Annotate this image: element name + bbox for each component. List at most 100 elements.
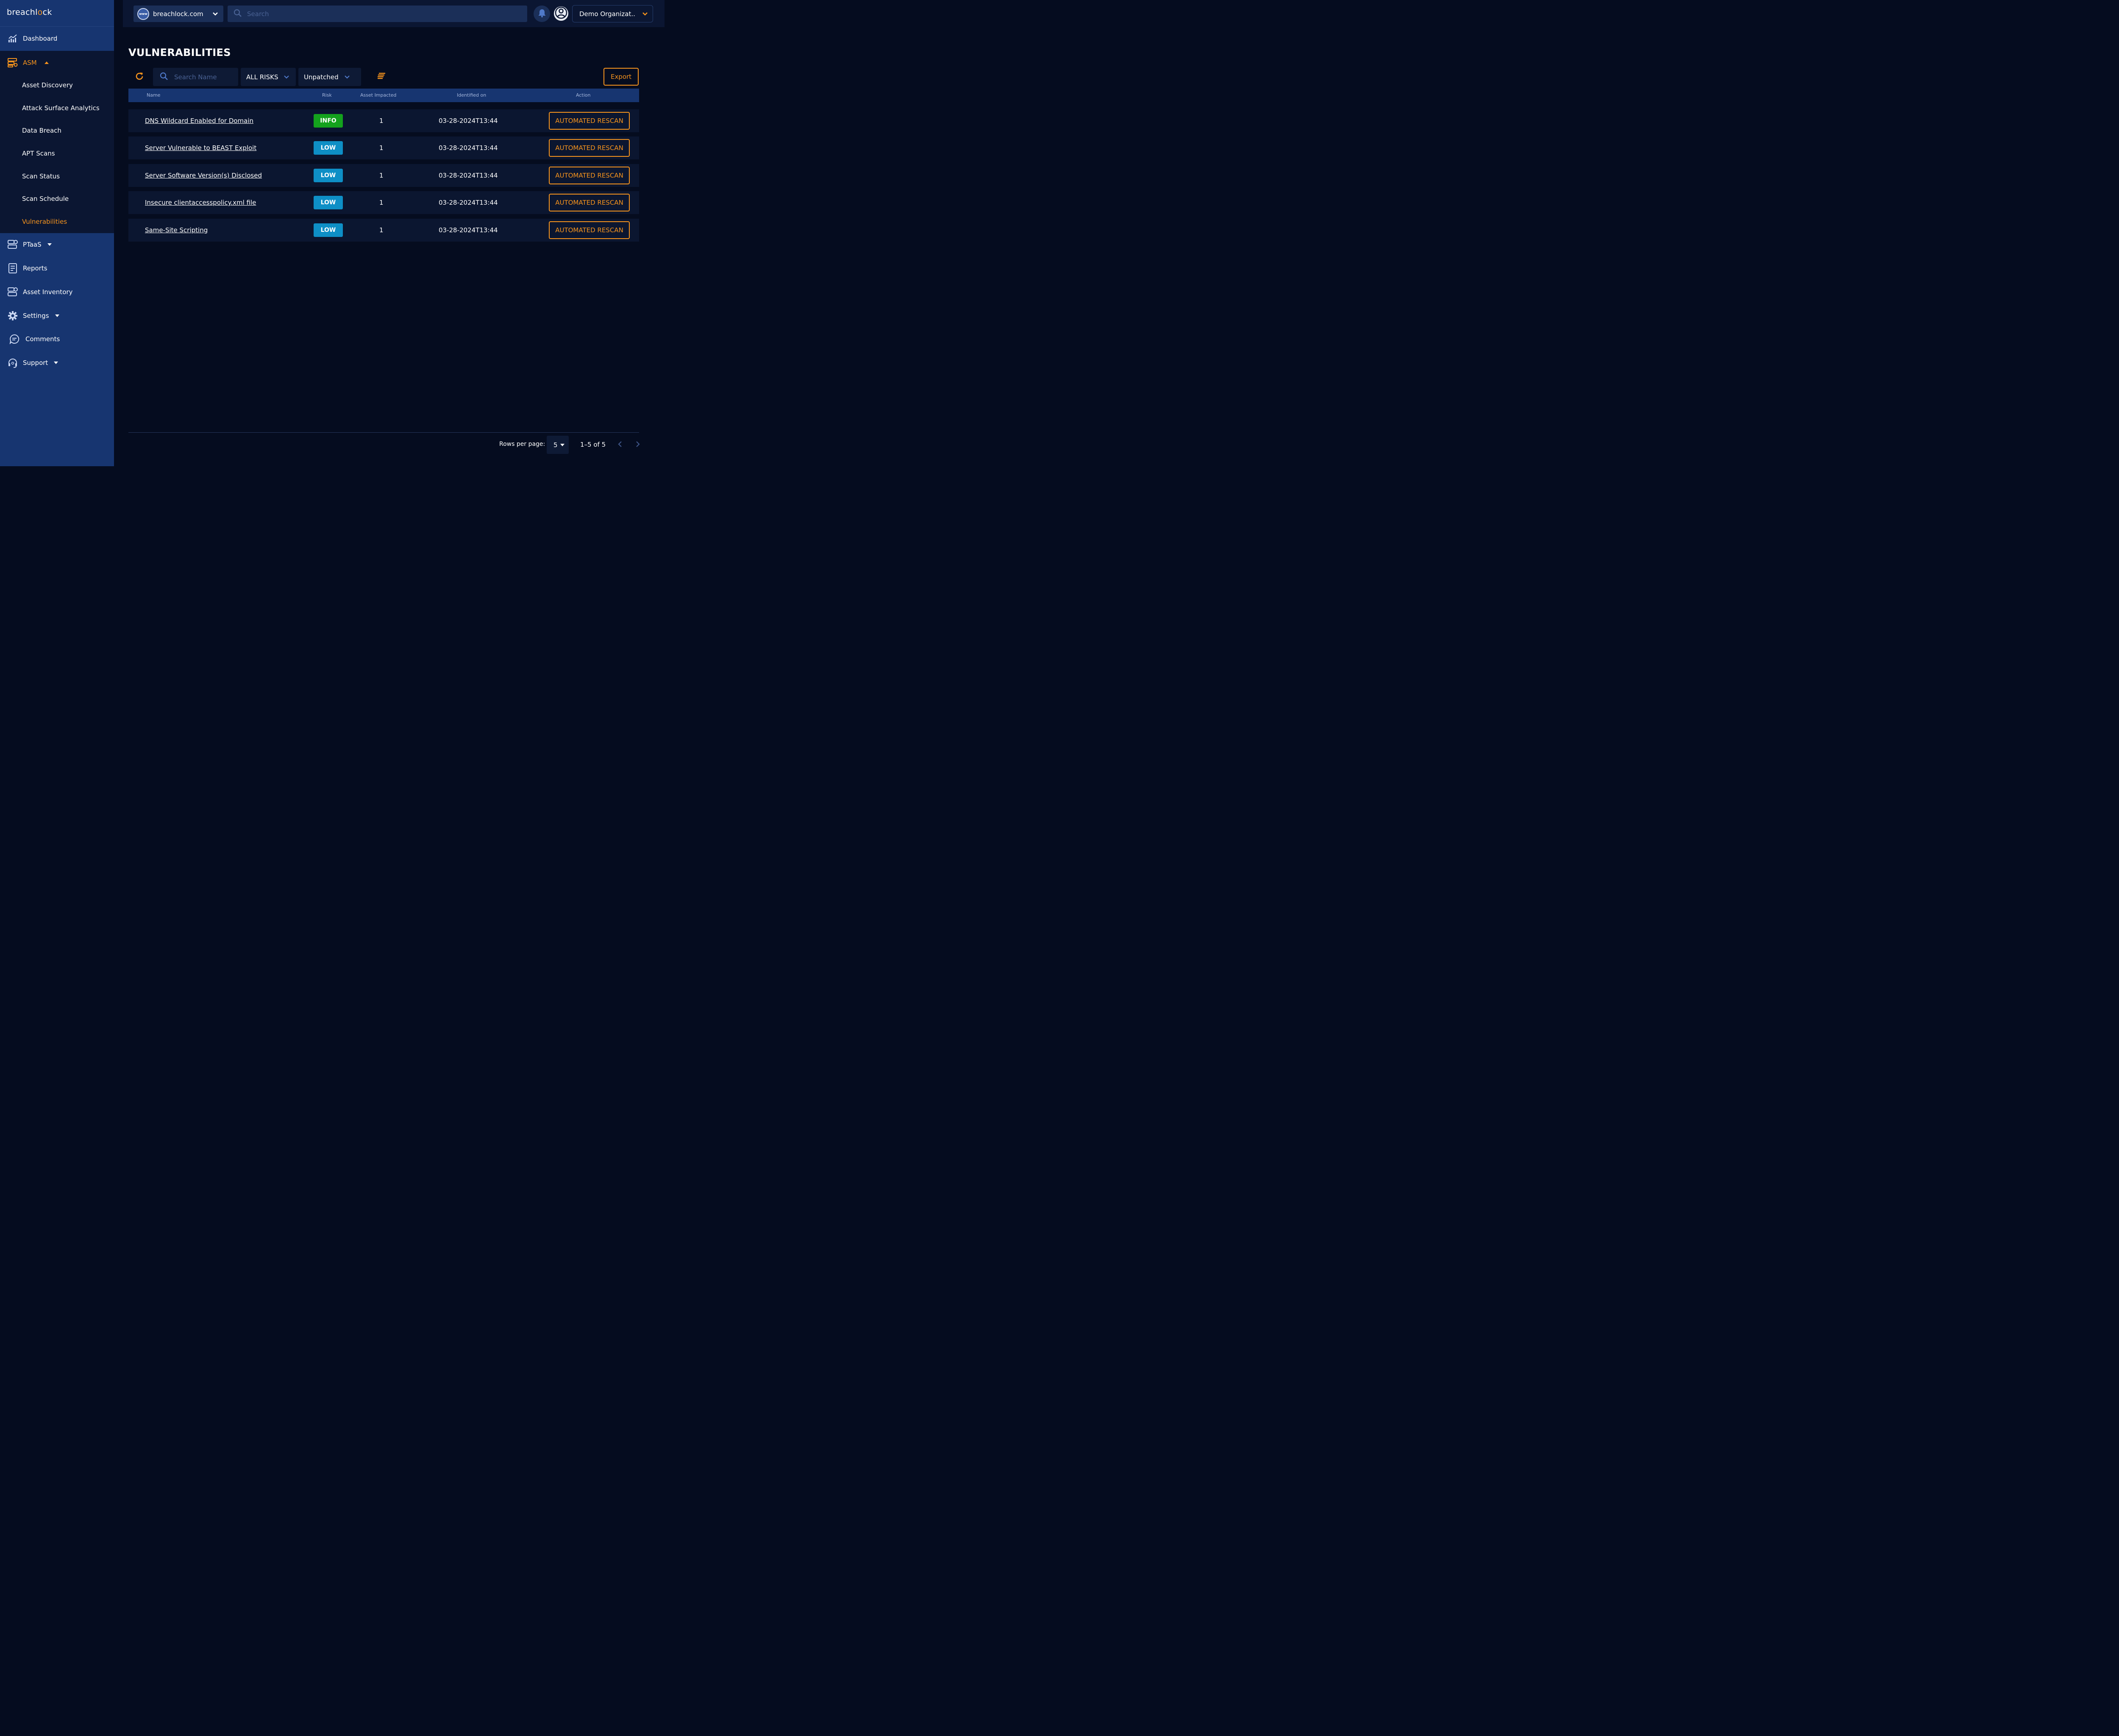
sidebar-item-label: Support [23,359,48,367]
asset-impacted-count: 1 [379,144,384,152]
column-header-identified-on[interactable]: Identified on [457,89,486,102]
automated-rescan-button[interactable]: AUTOMATED RESCAN [549,112,630,130]
logo-mark: o [37,8,43,17]
page-title: VULNERABILITIES [128,47,231,58]
identified-on-date: 03-28-2024T13:44 [439,144,498,152]
identified-on-date: 03-28-2024T13:44 [439,226,498,234]
risk-badge: LOW [314,141,343,155]
identified-on-date: 03-28-2024T13:44 [439,117,498,125]
name-search-input[interactable] [173,72,233,81]
automated-rescan-button[interactable]: AUTOMATED RESCAN [549,139,630,157]
table-row: DNS Wildcard Enabled for Domain INFO 1 0… [128,109,639,132]
sidebar-item-comments[interactable]: Comments [0,327,114,351]
sidebar-item-attack-surface-analytics[interactable]: Attack Surface Analytics [22,102,100,114]
rows-per-page-value: 5 [553,441,558,449]
risk-badge: INFO [314,114,343,128]
risk-filter-dropdown[interactable]: ALL RISKS [241,68,296,86]
sidebar: breachlock Dashboard ASM Asset Discovery… [0,0,114,466]
automated-rescan-button[interactable]: AUTOMATED RESCAN [549,167,630,184]
risk-badge: LOW [314,196,343,209]
sidebar-item-asset-discovery[interactable]: Asset Discovery [22,79,73,92]
sidebar-item-scan-status[interactable]: Scan Status [22,170,60,183]
automated-rescan-button[interactable]: AUTOMATED RESCAN [549,221,630,239]
chevron-down-icon [284,73,291,81]
refresh-icon [135,72,144,83]
table-header: Name Risk Asset Impacted Identified on A… [128,89,639,102]
comment-icon [8,333,20,345]
identified-on-date: 03-28-2024T13:44 [439,172,498,179]
breachlock-logo[interactable]: breachlock [7,8,52,17]
sidebar-item-asm[interactable]: ASM [0,51,114,75]
risk-filter-value: ALL RISKS [246,73,278,81]
next-page-button[interactable] [634,441,642,449]
asset-inventory-icon [7,286,19,298]
status-filter-value: Unpatched [304,73,339,81]
chevron-down-icon [344,73,356,81]
caret-down-icon [54,362,58,364]
sidebar-item-reports[interactable]: Reports [0,256,114,280]
refresh-button[interactable] [133,71,145,83]
caret-up-icon [44,61,49,64]
column-header-risk[interactable]: Risk [322,89,332,102]
logo-text: breachl [7,8,38,17]
asset-impacted-count: 1 [379,199,384,206]
sidebar-item-support[interactable]: Support [0,351,114,375]
sidebar-item-dashboard[interactable]: Dashboard [0,27,114,50]
table-row: Insecure clientaccesspolicy.xml file LOW… [128,191,639,214]
chevron-down-icon [212,10,218,18]
sidebar-item-asset-inventory[interactable]: Asset Inventory [0,280,114,304]
organization-selector[interactable]: Demo Organizat.. [572,5,653,22]
vulnerability-name-link[interactable]: Same-Site Scripting [145,219,208,242]
table-row: Same-Site Scripting LOW 1 03-28-2024T13:… [128,219,639,242]
headset-icon [7,357,19,369]
caret-down-icon [560,443,565,446]
vulnerability-name-link[interactable]: DNS Wildcard Enabled for Domain [145,109,253,132]
column-header-action: Action [576,92,591,98]
user-menu-button[interactable] [554,6,568,21]
search-input[interactable] [246,9,501,18]
asset-impacted-count: 1 [379,226,384,234]
logo-text-end: ck [42,8,52,17]
globe-www-icon: www [137,8,149,20]
sidebar-item-apt-scans[interactable]: APT Scans [22,147,55,160]
notifications-button[interactable] [534,6,550,22]
table-row: Server Software Version(s) Disclosed LOW… [128,164,639,187]
pagination-range: 1–5 of 5 [580,441,606,448]
chevron-down-icon [642,10,648,18]
asm-section: ASM Asset Discovery Attack Surface Analy… [0,51,114,233]
vulnerability-name-link[interactable]: Server Software Version(s) Disclosed [145,164,262,187]
ptaas-icon [7,239,19,250]
rows-per-page-select[interactable]: 5 [547,436,569,454]
sidebar-item-label: Asset Inventory [23,288,73,296]
caret-down-icon [55,314,59,317]
sidebar-item-label: Settings [23,312,49,320]
caret-down-icon [47,243,52,246]
organization-value: Demo Organizat.. [579,10,635,18]
report-icon [7,262,19,274]
sidebar-item-settings[interactable]: Settings [0,304,114,328]
previous-page-button[interactable] [616,441,624,449]
risk-badge: LOW [314,169,343,182]
table-row: Server Vulnerable to BEAST Exploit LOW 1… [128,136,639,159]
vulnerability-name-link[interactable]: Insecure clientaccesspolicy.xml file [145,191,256,214]
sidebar-item-label: Comments [25,335,60,343]
column-header-asset-impacted[interactable]: Asset Impacted [360,89,396,102]
sort-button[interactable] [375,71,388,82]
asm-icon [7,57,19,69]
domain-selector[interactable]: www breachlock.com [133,6,223,22]
vulnerability-name-link[interactable]: Server Vulnerable to BEAST Exploit [145,136,256,159]
export-button[interactable]: Export [603,68,639,86]
search-icon [160,72,168,82]
sidebar-item-data-breach[interactable]: Data Breach [22,124,61,137]
status-filter-dropdown[interactable]: Unpatched [298,68,361,86]
chevron-right-icon [636,441,640,449]
global-search [228,6,527,22]
column-header-name[interactable]: Name [147,89,160,102]
asset-impacted-count: 1 [379,117,384,125]
automated-rescan-button[interactable]: AUTOMATED RESCAN [549,194,630,211]
sidebar-item-ptaas[interactable]: PTaaS [0,233,114,256]
asset-impacted-count: 1 [379,172,384,179]
domain-value: breachlock.com [153,10,203,18]
sidebar-item-scan-schedule[interactable]: Scan Schedule [22,192,69,205]
sidebar-item-vulnerabilities[interactable]: Vulnerabilities [22,215,67,228]
